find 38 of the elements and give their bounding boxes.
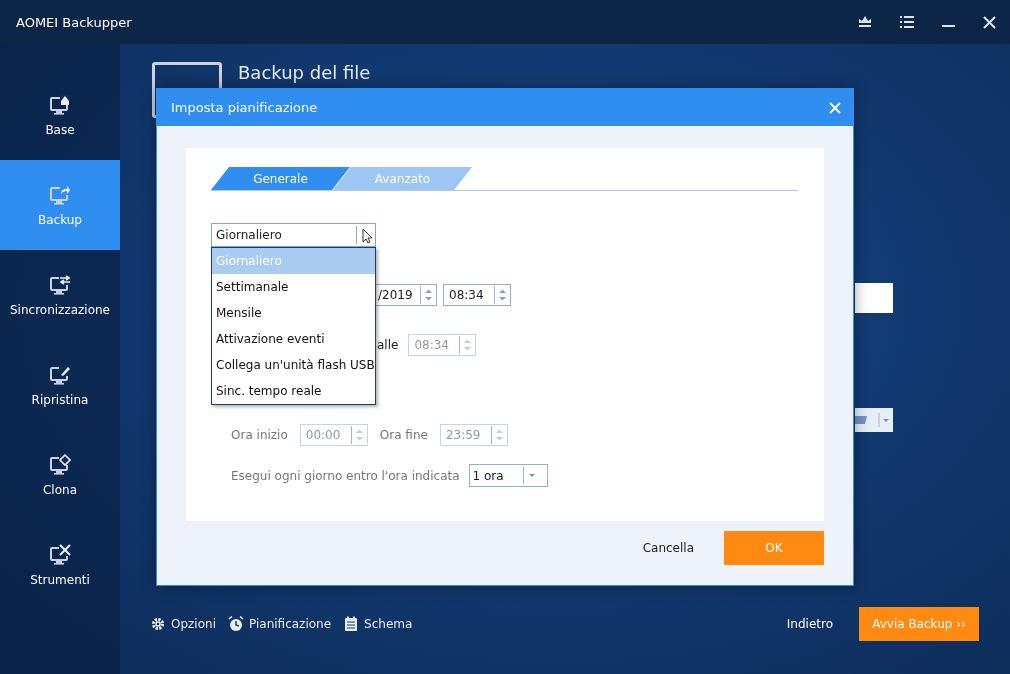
window-title: AOMEI Backupper	[16, 14, 133, 30]
dropdown-option[interactable]: Sinc. tempo reale	[212, 378, 375, 404]
monitor-icon	[49, 93, 71, 115]
back-button[interactable]: Indietro	[780, 616, 839, 632]
sidebar-item[interactable]: Strumenti	[0, 520, 120, 610]
dropdown-option[interactable]: Collega un'unità flash USB	[212, 352, 375, 378]
destination-field[interactable]	[855, 283, 893, 313]
footer-link[interactable]: Pianificazione	[228, 616, 332, 632]
monitor-icon	[49, 453, 71, 475]
sidebar-item[interactable]: Sincronizzazione	[0, 250, 120, 340]
dropdown-option[interactable]: Settimanale	[212, 274, 375, 300]
interval-label: Esegui ogni giorno entro l'ora indicata	[231, 468, 460, 483]
dropdown-option[interactable]: Attivazione eventi	[212, 326, 375, 352]
clipboard-icon	[343, 616, 360, 632]
interval-dropdown[interactable]: 1 ora	[468, 464, 548, 487]
sidebar-item[interactable]: Ripristina	[0, 340, 120, 430]
footer-link[interactable]: Opzioni	[150, 616, 216, 632]
sidebar-item[interactable]: Clona	[0, 430, 120, 520]
close-icon[interactable]	[983, 15, 996, 29]
monitor-icon	[49, 543, 71, 565]
monitor-icon	[49, 183, 71, 205]
start-time-label: Ora inizio	[231, 428, 288, 442]
alarm-clock-icon	[228, 616, 244, 632]
sidebar-item[interactable]: Base	[0, 70, 120, 160]
menu-icon[interactable]	[900, 16, 914, 28]
dropdown-option[interactable]: Mensile	[212, 300, 375, 326]
folder-button[interactable]	[855, 408, 893, 432]
footer-link[interactable]: Schema	[343, 616, 413, 632]
frequency-dropdown[interactable]: Giornaliero	[211, 223, 376, 247]
dialog-title: Imposta pianificazione	[171, 100, 319, 115]
cancel-button[interactable]: Cancella	[642, 541, 694, 555]
end-time-label: Ora fine	[379, 428, 428, 442]
gear-icon	[150, 616, 166, 632]
page-title: Backup del file	[238, 62, 371, 84]
crown-icon[interactable]	[858, 16, 872, 28]
time-field[interactable]: 08:34	[443, 284, 511, 306]
at-label: alle	[377, 338, 399, 352]
monitor-icon	[49, 273, 71, 295]
